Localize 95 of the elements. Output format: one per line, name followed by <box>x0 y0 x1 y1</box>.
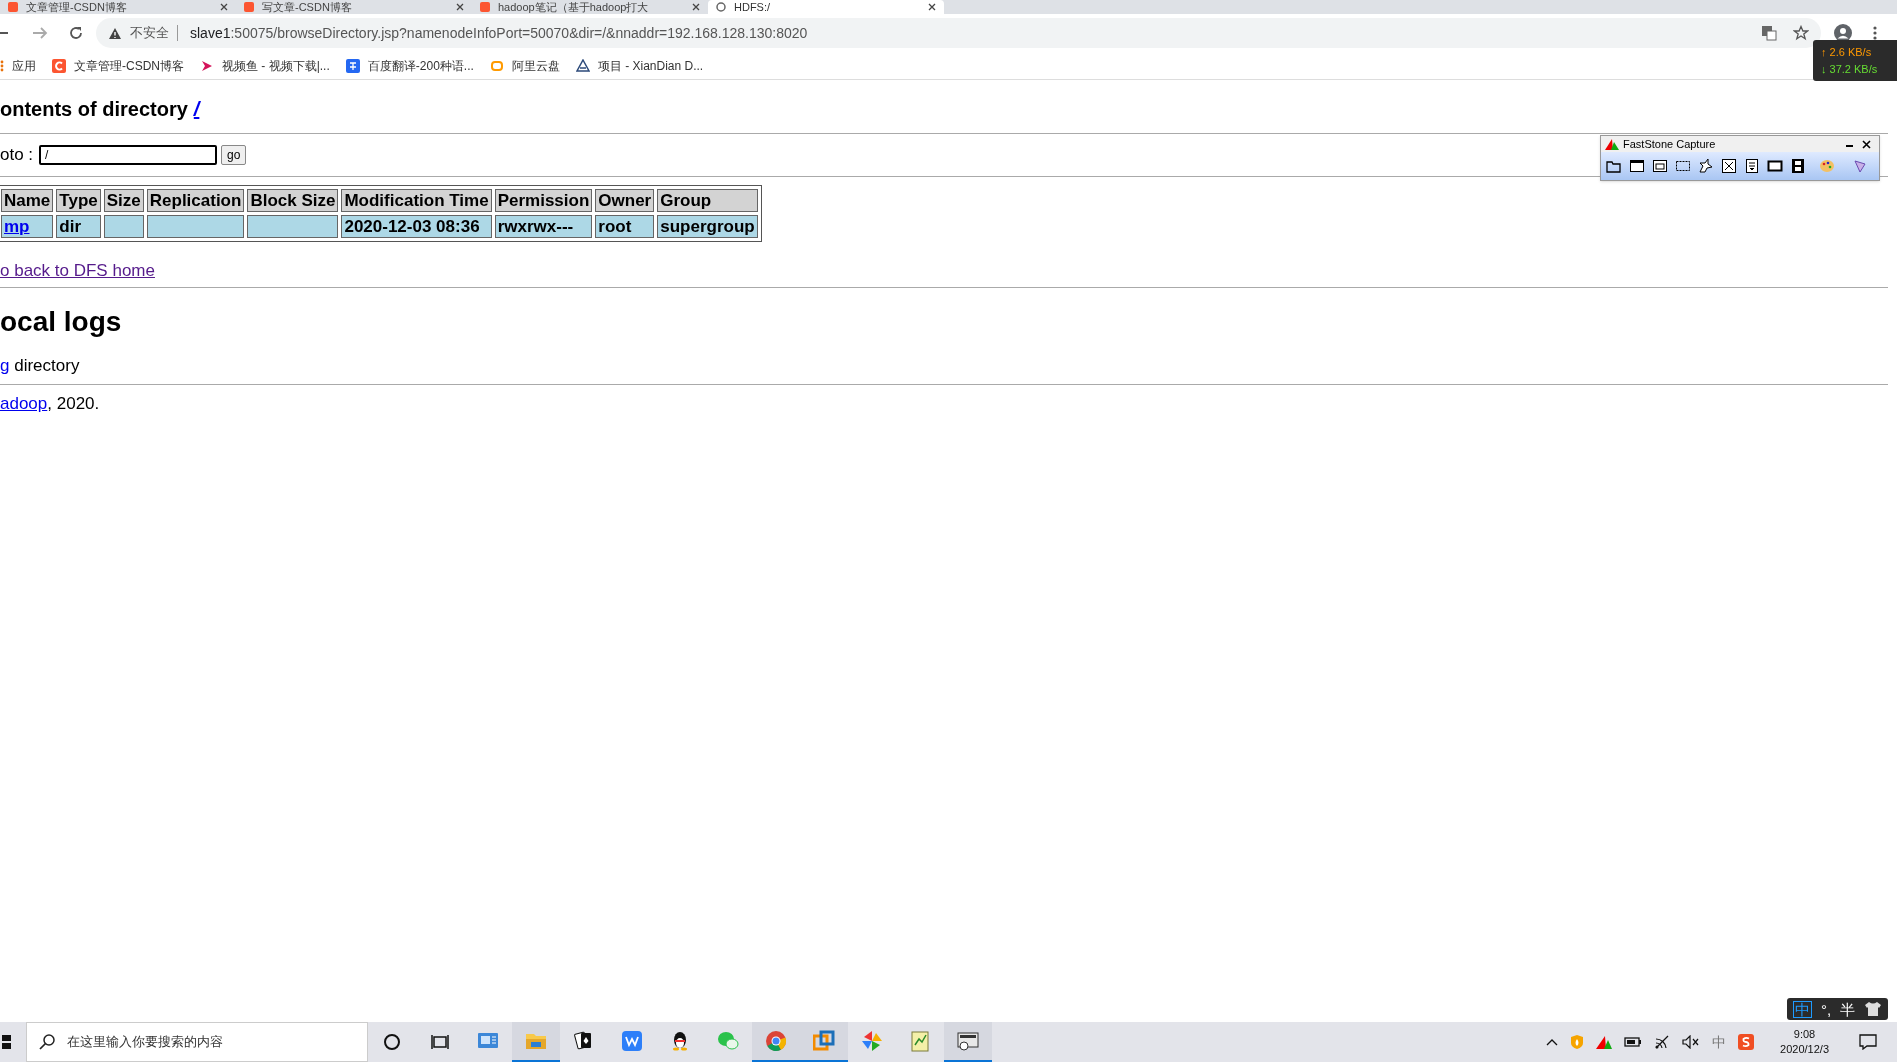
column-header: Block Size <box>247 189 339 212</box>
footer-text: , 2020. <box>47 394 100 413</box>
table-cell <box>103 215 144 238</box>
column-header: Modification Time <box>341 189 492 212</box>
ime-mode[interactable]: 中 <box>1793 1000 1812 1018</box>
volume-muted-icon[interactable] <box>1682 1035 1701 1049</box>
start-icon[interactable] <box>0 1034 14 1050</box>
reload-icon[interactable] <box>68 25 84 41</box>
directory-link[interactable]: / <box>193 99 200 119</box>
overlapping-squares-icon <box>813 1030 835 1052</box>
address-bar[interactable]: 不安全 slave1:50075/browseDirectory.jsp?namenodeInfoPort=50070&dir=/&nnaddr=192.168.128.130:8020 <box>96 18 1821 48</box>
upload-speed: ↑ 2.6 KB/s <box>1821 44 1873 60</box>
remote-desktop-icon <box>957 1030 979 1052</box>
menu-icon[interactable] <box>1873 25 1877 41</box>
favicon-icon <box>244 2 254 12</box>
favicon-icon <box>716 2 726 12</box>
scroll-window-icon[interactable] <box>1744 158 1760 174</box>
favicon-icon <box>8 2 18 12</box>
settings-icon[interactable] <box>1852 158 1868 174</box>
warning-icon <box>108 26 122 40</box>
browser-tab[interactable]: HDFS:/ <box>708 0 944 14</box>
search-icon <box>39 1034 55 1050</box>
chat-bubbles-icon <box>717 1030 739 1052</box>
window-icon[interactable] <box>1629 158 1645 174</box>
bookmark-icon <box>489 58 504 73</box>
table-cell: rwxrwx--- <box>494 215 593 238</box>
browser-icon <box>765 1030 787 1052</box>
bookmark-item[interactable]: 项目 - XianDian D... <box>575 56 704 75</box>
table-cell: dir <box>56 215 101 238</box>
fixed-region-icon[interactable] <box>1767 158 1783 174</box>
fullscreen-icon[interactable] <box>1721 158 1737 174</box>
bookmark-icon <box>345 58 360 73</box>
close-icon[interactable] <box>928 3 936 11</box>
back-link[interactable]: o back to DFS home <box>0 262 155 279</box>
column-header: Permission <box>494 189 593 212</box>
table-cell: root <box>595 215 655 238</box>
column-header: Type <box>56 189 101 212</box>
freehand-icon[interactable] <box>1698 158 1714 174</box>
favicon-icon <box>480 2 490 12</box>
palette-icon[interactable] <box>1819 158 1835 174</box>
film-icon[interactable] <box>1790 158 1806 174</box>
battery-icon[interactable] <box>1624 1036 1643 1048</box>
translate-icon[interactable] <box>1761 25 1777 41</box>
wifi-icon[interactable] <box>1654 1035 1671 1049</box>
table-cell: supergroup <box>657 215 758 238</box>
close-icon[interactable] <box>220 3 228 11</box>
download-speed: ↓ 37.2 KB/s <box>1821 61 1879 77</box>
notepad-icon <box>909 1030 931 1052</box>
pinwheel-icon <box>861 1030 883 1052</box>
goto-field[interactable]: / <box>39 145 218 165</box>
chevron-up-icon[interactable] <box>1546 1038 1559 1046</box>
column-header: Group <box>657 189 758 212</box>
taskbar-clock[interactable]: 9:08 2020/12/3 <box>1780 1027 1829 1057</box>
hadoop-link[interactable]: adoop <box>0 394 48 413</box>
log-link[interactable]: g <box>0 356 10 375</box>
bookmark-icon <box>52 58 66 73</box>
column-header: Name <box>1 189 54 212</box>
skin-icon[interactable] <box>1864 1001 1883 1017</box>
notification-icon[interactable] <box>1859 1034 1877 1050</box>
close-icon[interactable] <box>692 3 700 11</box>
bookmark-item[interactable]: 百度翻译-200种语... <box>345 56 474 75</box>
document-app-icon <box>621 1030 643 1052</box>
bookmark-icon <box>575 58 590 73</box>
goto-label: oto : <box>0 144 34 167</box>
close-icon[interactable] <box>456 3 464 11</box>
keyboard-app-icon[interactable] <box>1738 1034 1755 1050</box>
window-title: FastStone Capture <box>1623 136 1717 152</box>
security-label: 不安全 <box>130 24 169 43</box>
go-button[interactable]: go <box>221 145 247 165</box>
url-text: slave1:50075/browseDirectory.jsp?namenodeInfoPort=50070&dir=/&nnaddr=192.168.128.130:8020 <box>190 23 808 43</box>
app-logo-icon <box>1605 138 1619 150</box>
bookmark-icon <box>0 59 4 72</box>
star-icon[interactable] <box>1793 25 1809 41</box>
page-heading: ontents of directory <box>0 99 188 119</box>
bookmark-item[interactable]: 视频鱼 - 视频下载|... <box>200 56 330 75</box>
bookmark-item[interactable]: 文章管理-CSDN博客 <box>52 56 184 75</box>
input-method-indicator[interactable]: 中 <box>1712 1031 1727 1053</box>
rectangle-select-icon[interactable] <box>1675 158 1691 174</box>
width-toggle[interactable]: 半 <box>1840 1001 1856 1017</box>
column-header: Owner <box>595 189 655 212</box>
column-header: Size <box>103 189 144 212</box>
column-header: Replication <box>146 189 245 212</box>
log-text: directory <box>13 356 80 375</box>
close-icon[interactable] <box>1862 139 1871 149</box>
table-cell: 2020-12-03 08:36 <box>341 215 492 238</box>
search-box[interactable]: 在这里输入你要搜索的内容 <box>26 1022 368 1062</box>
capture-tray-icon[interactable] <box>1596 1035 1613 1049</box>
taskbar-app[interactable] <box>944 1022 992 1062</box>
punctuation-toggle[interactable]: °, <box>1821 1001 1832 1017</box>
section-heading: ocal logs <box>0 308 123 336</box>
bookmark-item[interactable]: 阿里云盘 <box>489 56 560 75</box>
bookmark-icon <box>200 58 214 73</box>
open-folder-icon[interactable] <box>1606 158 1622 174</box>
window-object-icon[interactable] <box>1652 158 1668 174</box>
bookmark-item[interactable]: 应用 <box>0 56 36 75</box>
